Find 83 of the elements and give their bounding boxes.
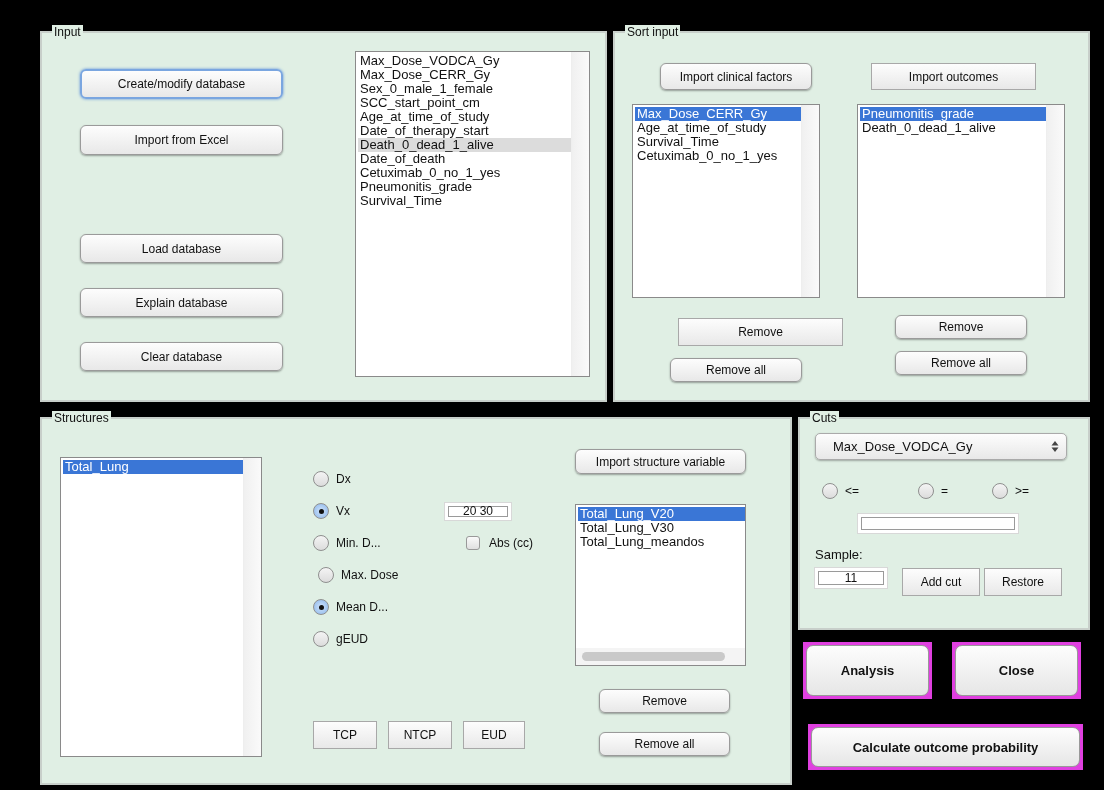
button[interactable]: NTCP xyxy=(388,721,452,749)
radio-button[interactable] xyxy=(313,631,329,647)
list-item[interactable]: Pneumonitis_grade xyxy=(358,180,571,194)
list-item[interactable]: Date_of_death xyxy=(358,152,571,166)
list-item[interactable]: Total_Lung_V20 xyxy=(578,507,745,521)
list-box[interactable]: Pneumonitis_grade Death_0_dead_1_alive xyxy=(857,104,1065,298)
cut-value-field[interactable] xyxy=(858,514,1018,533)
radio-label: Min. D... xyxy=(336,536,381,550)
list-item[interactable]: Max_Dose_VODCA_Gy xyxy=(358,54,571,68)
list-item[interactable]: Age_at_time_of_study xyxy=(358,110,571,124)
radio-label: = xyxy=(941,484,948,498)
radio-label: <= xyxy=(845,484,859,498)
list-item[interactable]: Survival_Time xyxy=(635,135,801,149)
button[interactable]: Remove all xyxy=(599,732,730,756)
list-item[interactable]: Age_at_time_of_study xyxy=(635,121,801,135)
list-item[interactable]: Max_Dose_CERR_Gy xyxy=(358,68,571,82)
scrollbar-track[interactable] xyxy=(571,52,589,376)
list-item[interactable]: Survival_Time xyxy=(358,194,571,208)
variable-dropdown[interactable]: Max_Dose_VODCA_Gy xyxy=(815,433,1067,460)
list-item[interactable]: Cetuximab_0_no_1_yes xyxy=(635,149,801,163)
button[interactable]: Create/modify database xyxy=(80,69,283,99)
button[interactable]: Remove all xyxy=(895,351,1027,375)
sample-field[interactable]: 11 xyxy=(815,568,887,588)
radio-button[interactable] xyxy=(918,483,934,499)
radio-label: Max. Dose xyxy=(341,568,399,582)
button[interactable]: Remove xyxy=(599,689,730,713)
up-down-arrows-icon xyxy=(1051,440,1059,453)
radio-label: Mean D... xyxy=(336,600,389,614)
button[interactable]: Close xyxy=(952,642,1081,699)
radio-button[interactable] xyxy=(313,503,329,519)
button[interactable]: Load database xyxy=(80,234,283,263)
scrollbar-track[interactable] xyxy=(1046,105,1064,297)
list-item[interactable]: SCC_start_point_cm xyxy=(358,96,571,110)
radio-label: >= xyxy=(1015,484,1029,498)
button[interactable]: TCP xyxy=(313,721,377,749)
radio-button[interactable] xyxy=(313,471,329,487)
radio-label: gEUD xyxy=(336,632,368,646)
radio-button[interactable] xyxy=(992,483,1008,499)
panel-title: Sort input xyxy=(625,25,681,39)
list-item[interactable]: Total_Lung xyxy=(63,460,243,474)
sample-label: Sample: xyxy=(815,547,863,562)
panel-title: Input xyxy=(52,25,83,39)
button[interactable]: Remove all xyxy=(670,358,802,382)
button[interactable]: Import outcomes xyxy=(871,63,1036,90)
list-item[interactable]: Max_Dose_CERR_Gy xyxy=(635,107,801,121)
list-item[interactable]: Total_Lung_V30 xyxy=(578,521,745,535)
checkbox[interactable] xyxy=(466,536,480,550)
list-box[interactable]: Total_Lung xyxy=(60,457,262,757)
button[interactable]: EUD xyxy=(463,721,525,749)
panel-title: Structures xyxy=(52,411,111,425)
button[interactable]: Remove xyxy=(678,318,843,346)
list-item[interactable]: Cetuximab_0_no_1_yes xyxy=(358,166,571,180)
list-box[interactable]: Max_Dose_CERR_Gy Age_at_time_of_study Survival_Time Cetuximab_0_no_1_yes xyxy=(632,104,820,298)
button[interactable]: Restore xyxy=(984,568,1062,596)
panel-title: Cuts xyxy=(810,411,839,425)
list-item[interactable]: Date_of_therapy_start xyxy=(358,124,571,138)
list-item[interactable]: Pneumonitis_grade xyxy=(860,107,1046,121)
button[interactable]: Import structure variable xyxy=(575,449,746,474)
checkbox-label: Abs (cc) xyxy=(489,536,533,550)
scrollbar-track[interactable] xyxy=(801,105,819,297)
button[interactable]: Calculate outcome probability xyxy=(808,724,1083,770)
radio-button[interactable] xyxy=(318,567,334,583)
button[interactable]: Import clinical factors xyxy=(660,63,812,90)
radio-button[interactable] xyxy=(822,483,838,499)
radio-label: Vx xyxy=(336,504,350,518)
list-box[interactable] xyxy=(355,51,590,377)
button[interactable]: Add cut xyxy=(902,568,980,596)
button[interactable]: Analysis xyxy=(803,642,932,699)
button[interactable]: Import from Excel xyxy=(80,125,283,155)
list-item[interactable]: Death_0_dead_1_alive xyxy=(860,121,1046,135)
list-item[interactable]: Sex_0_male_1_female xyxy=(358,82,571,96)
list-item[interactable]: Death_0_dead_1_alive xyxy=(358,138,571,152)
button[interactable]: Clear database xyxy=(80,342,283,371)
button[interactable]: Remove xyxy=(895,315,1027,339)
scrollbar-track[interactable] xyxy=(243,458,261,756)
radio-button[interactable] xyxy=(313,535,329,551)
threshold-field[interactable]: 20 30 xyxy=(445,502,511,520)
radio-button[interactable] xyxy=(313,599,329,615)
button[interactable]: Explain database xyxy=(80,288,283,317)
horizontal-scrollbar[interactable] xyxy=(576,648,745,665)
list-item[interactable]: Total_Lung_meandos xyxy=(578,535,745,549)
radio-label: Dx xyxy=(336,472,351,486)
list-box[interactable]: Total_Lung_V20 Total_Lung_V30 Total_Lung_meandos xyxy=(575,504,746,666)
